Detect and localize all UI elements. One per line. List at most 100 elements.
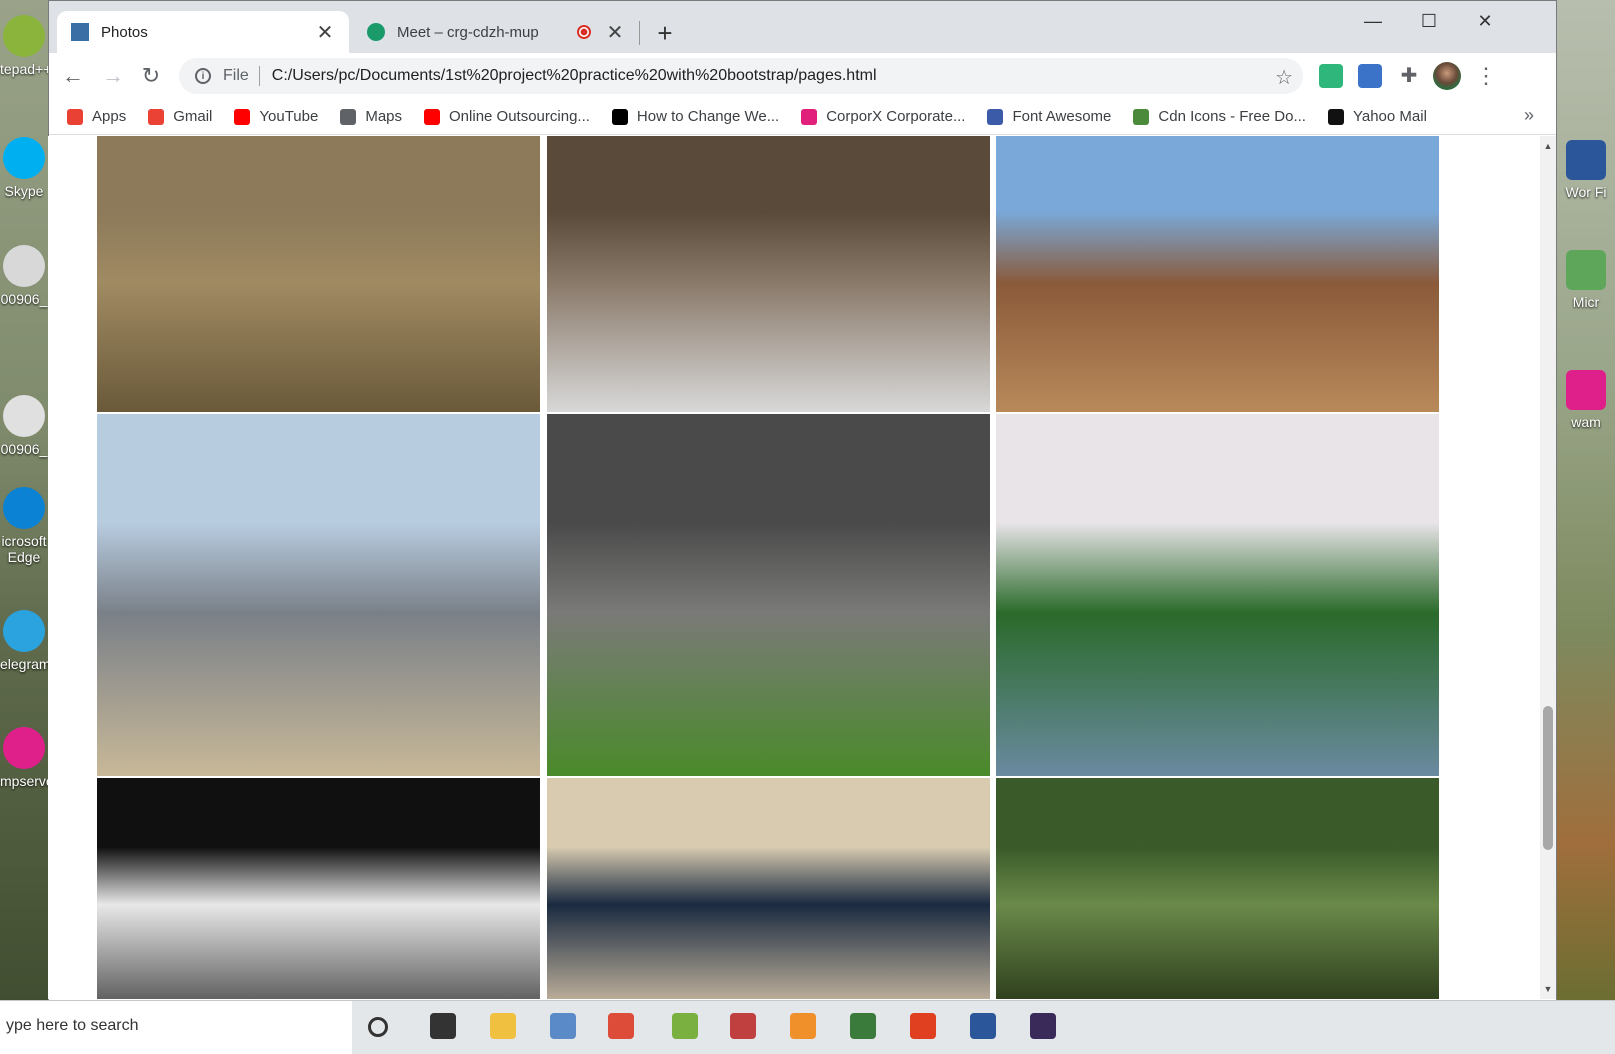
desktop-shortcut[interactable]: 00906_: [0, 395, 48, 457]
bookmark-8[interactable]: Cdn Icons - Free Do...: [1133, 108, 1306, 125]
bookmark-7[interactable]: Font Awesome: [987, 108, 1111, 125]
tab-divider: [639, 21, 640, 45]
desktop-shortcut[interactable]: wam: [1557, 370, 1615, 430]
store-icon[interactable]: [550, 1013, 576, 1039]
forward-button[interactable]: →: [99, 62, 127, 90]
dt-icon: [611, 108, 628, 125]
desktop-shortcut-label: Wor Fi: [1565, 184, 1607, 200]
desktop-app-icon: [3, 395, 45, 437]
notepad-icon[interactable]: [672, 1013, 698, 1039]
desktop-left-strip: tepad++ Skype 00906_ 00906_ icrosoft Edge ele…: [0, 0, 48, 1054]
desktop-shortcut[interactable]: Wor Fi: [1557, 140, 1615, 200]
extension-green-icon[interactable]: [1319, 64, 1343, 88]
bookmark-0[interactable]: Apps: [67, 108, 126, 125]
desktop-shortcut[interactable]: 00906_: [0, 245, 48, 307]
bookmark-label: CorporX Corporate...: [826, 108, 966, 125]
photos-favicon-icon: [71, 23, 89, 41]
desktop-shortcut-label: tepad++: [0, 61, 48, 77]
taskbar-search-box[interactable]: ype here to search: [0, 1001, 352, 1054]
font-awesome-icon: [987, 108, 1004, 125]
extensions-puzzle-icon[interactable]: ✚: [1397, 64, 1421, 88]
desktop-shortcut[interactable]: tepad++: [0, 15, 48, 77]
photo-police-group[interactable]: [547, 778, 990, 999]
office-icon[interactable]: [910, 1013, 936, 1039]
photo-river-green-bank[interactable]: [996, 414, 1439, 776]
url-text[interactable]: C:/Users/pc/Documents/1st%20project%20pr…: [272, 67, 877, 85]
scroll-up-icon[interactable]: ▲: [1540, 138, 1556, 154]
bookmark-1[interactable]: Gmail: [148, 108, 212, 125]
tab-photos[interactable]: Photos ✕: [57, 11, 349, 53]
bookmark-label: Maps: [365, 108, 403, 125]
tab-meet[interactable]: Meet – crg-cdzh-mup ✕: [353, 11, 639, 53]
paint-icon[interactable]: [730, 1013, 756, 1039]
bookmark-9[interactable]: Yahoo Mail: [1327, 108, 1427, 125]
photo-parade[interactable]: [97, 136, 540, 412]
word-icon[interactable]: [970, 1013, 996, 1039]
back-button[interactable]: ←: [59, 62, 87, 90]
tab-title: Photos: [101, 23, 148, 41]
youtube-icon: [424, 108, 441, 125]
browser-menu-icon[interactable]: ⋮: [1475, 62, 1497, 90]
photo-railway-station-bw[interactable]: [97, 778, 540, 999]
desktop-shortcut[interactable]: Skype: [0, 137, 48, 199]
desktop-shortcut[interactable]: Micr: [1557, 250, 1615, 310]
desktop-app-icon: [1566, 370, 1606, 410]
task-view-icon[interactable]: [430, 1013, 456, 1039]
desktop-shortcut-label: Micr: [1572, 294, 1600, 310]
desktop-shortcut[interactable]: icrosoft Edge: [0, 487, 48, 565]
bookmark-3[interactable]: Maps: [340, 108, 402, 125]
bookmark-5[interactable]: How to Change We...: [611, 108, 780, 125]
close-window-button[interactable]: ✕: [1457, 1, 1513, 41]
photo-relief-distribution[interactable]: [547, 136, 990, 412]
bookmark-label: Yahoo Mail: [1352, 108, 1427, 125]
scroll-down-icon[interactable]: ▼: [1540, 981, 1556, 997]
maximize-button[interactable]: ☐: [1401, 1, 1457, 41]
reload-button[interactable]: ↻: [137, 62, 165, 90]
close-tab-icon[interactable]: ✕: [315, 20, 335, 45]
bookmarks-overflow-icon[interactable]: »: [1524, 105, 1534, 126]
desktop-shortcut[interactable]: mpserve: [0, 727, 48, 789]
scrollbar-thumb[interactable]: [1543, 706, 1553, 850]
site-info-icon[interactable]: i: [195, 68, 211, 84]
extension-github-icon[interactable]: [1358, 64, 1382, 88]
new-tab-plus-icon[interactable]: +: [651, 19, 679, 47]
minimize-button[interactable]: —: [1345, 1, 1401, 41]
app-icon[interactable]: [1030, 1013, 1056, 1039]
desktop-shortcut-label: icrosoft Edge: [1, 533, 47, 565]
sublime-icon[interactable]: [790, 1013, 816, 1039]
desktop-app-icon: [3, 15, 45, 57]
search-icon[interactable]: [368, 1017, 388, 1037]
profile-avatar[interactable]: [1433, 62, 1461, 90]
desktop-shortcut[interactable]: elegram: [0, 610, 48, 672]
bookmark-label: Cdn Icons - Free Do...: [1158, 108, 1306, 125]
address-bar[interactable]: i File C:/Users/pc/Documents/1st%20proje…: [179, 58, 1303, 94]
omnibox-separator: [258, 66, 260, 86]
desktop-right-strip: Wor Fi Micr wam: [1557, 0, 1615, 1054]
close-tab-icon[interactable]: ✕: [605, 20, 625, 45]
bookmark-label: Online Outsourcing...: [449, 108, 590, 125]
browser-toolbar: ← → ↻ i File C:/Users/pc/Documents/1st%2…: [49, 53, 1556, 99]
bookmark-2[interactable]: YouTube: [234, 108, 318, 125]
desktop-app-icon: [1566, 250, 1606, 290]
scheme-label: File: [223, 67, 249, 84]
bookmark-4[interactable]: Online Outsourcing...: [424, 108, 590, 125]
search-placeholder: ype here to search: [6, 1017, 139, 1034]
photo-steel-bridge-river[interactable]: [97, 414, 540, 776]
page-scrollbar[interactable]: ▲ ▼: [1540, 136, 1556, 999]
bookmark-star-icon[interactable]: ☆: [1275, 65, 1293, 90]
chrome-icon[interactable]: [608, 1013, 634, 1039]
file-explorer-icon[interactable]: [490, 1013, 516, 1039]
desktop-app-icon: [1566, 140, 1606, 180]
amazon-icon: [1327, 108, 1344, 125]
bookmark-label: How to Change We...: [636, 108, 780, 125]
bookmark-label: Font Awesome: [1012, 108, 1112, 125]
photo-forest-trees[interactable]: [996, 778, 1439, 999]
bookmark-label: YouTube: [259, 108, 319, 125]
photo-old-brick-ruins[interactable]: [996, 136, 1439, 412]
desktop-shortcut-label: Skype: [4, 183, 44, 199]
bookmark-6[interactable]: CorporX Corporate...: [801, 108, 965, 125]
snip-icon[interactable]: [850, 1013, 876, 1039]
desktop-shortcut-label: 00906_: [0, 441, 48, 457]
photo-burning-bus-road[interactable]: [547, 414, 990, 776]
desktop-app-icon: [3, 610, 45, 652]
